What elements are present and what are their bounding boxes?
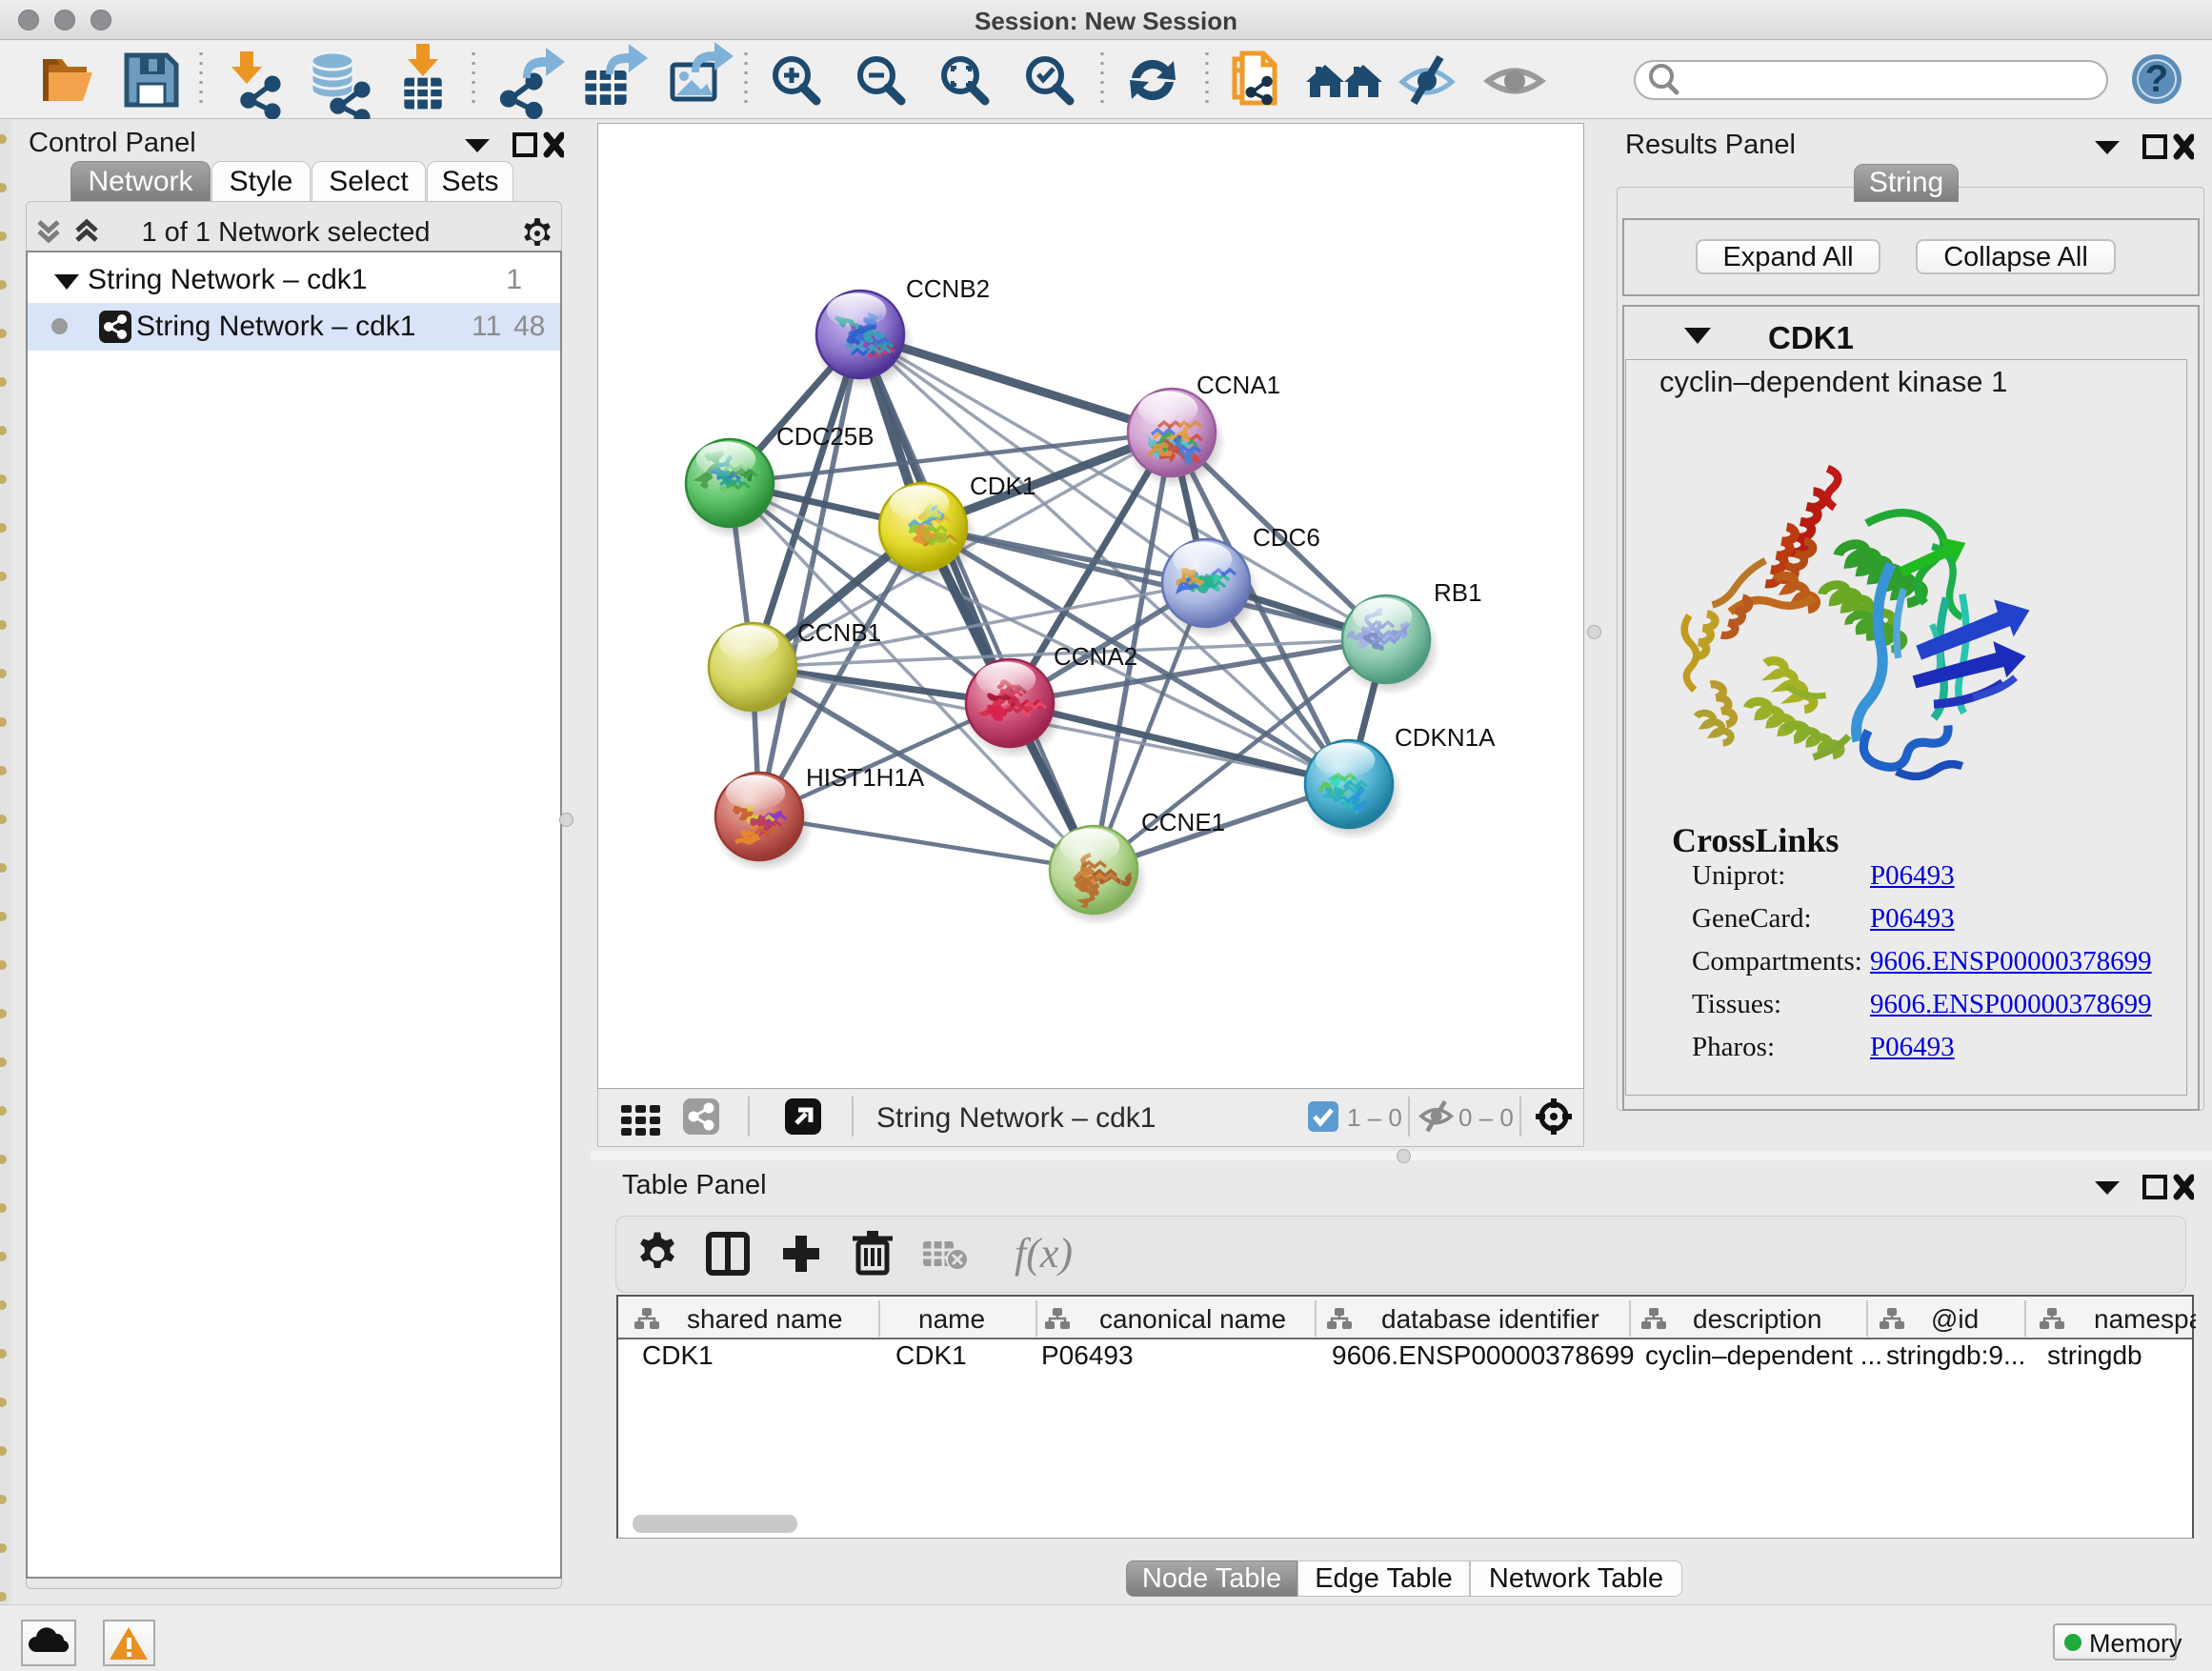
svg-text:CCNE1: CCNE1 [1141,808,1225,836]
svg-text:stringdb: stringdb [2047,1340,2142,1370]
svg-text:CCNA1: CCNA1 [1196,371,1280,399]
svg-text:canonical name: canonical name [1099,1304,1286,1334]
svg-text:P06493: P06493 [1041,1340,1134,1370]
svg-text:CDK1: CDK1 [970,472,1036,500]
svg-text:9606.ENSP00000378699: 9606.ENSP00000378699 [1332,1340,1635,1370]
svg-text:stringdb:9...: stringdb:9... [1886,1340,2025,1370]
svg-text:CCNA2: CCNA2 [1054,642,1137,671]
svg-text:CDKN1A: CDKN1A [1395,723,1496,752]
svg-text:shared name: shared name [687,1304,842,1334]
svg-text:CDK1: CDK1 [642,1340,714,1370]
svg-text:description: description [1693,1304,1821,1334]
svg-text:CDC6: CDC6 [1253,523,1320,552]
svg-text:database identifier: database identifier [1381,1304,1599,1334]
svg-text:@id: @id [1931,1304,1979,1334]
svg-text:RB1: RB1 [1434,578,1482,607]
svg-text:?: ? [2145,58,2168,100]
svg-text:name: name [918,1304,985,1334]
svg-text:namespac: namespac [2094,1304,2196,1334]
svg-text:CDC25B: CDC25B [776,422,875,451]
svg-text:1 – 0: 1 – 0 [1347,1103,1402,1132]
svg-text:CCNB2: CCNB2 [906,274,990,303]
svg-text:CDK1: CDK1 [895,1340,967,1370]
svg-text:CCNB1: CCNB1 [797,618,881,647]
svg-text:f(x): f(x) [1015,1230,1073,1277]
svg-text:HIST1H1A: HIST1H1A [806,763,925,792]
svg-text:0 – 0: 0 – 0 [1458,1103,1514,1132]
svg-text:String Network – cdk1: String Network – cdk1 [876,1102,1156,1134]
svg-text:cyclin–dependent ...: cyclin–dependent ... [1645,1340,1882,1370]
